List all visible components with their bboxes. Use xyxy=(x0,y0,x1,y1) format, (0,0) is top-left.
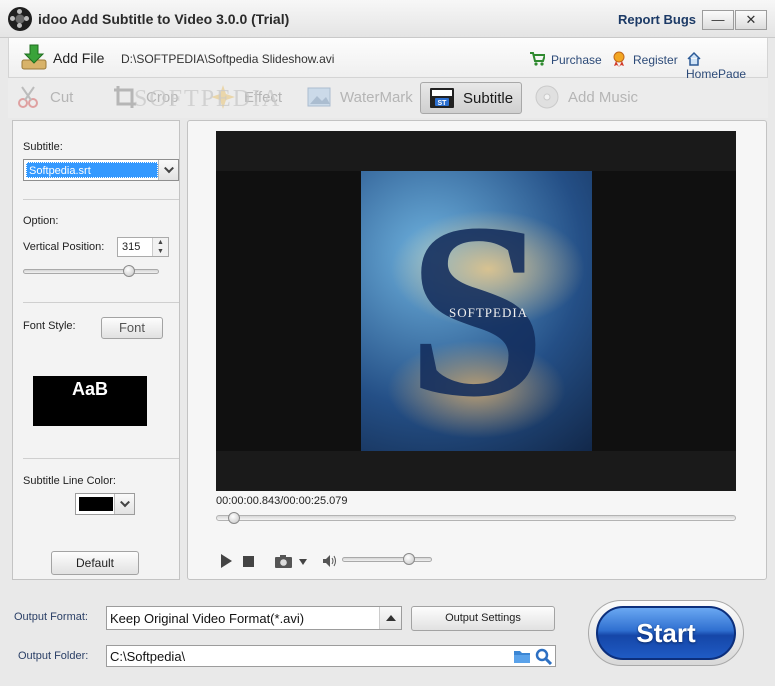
output-format-select[interactable]: Keep Original Video Format(*.avi) xyxy=(106,606,402,630)
start-button[interactable]: Start xyxy=(596,606,736,660)
music-disc-icon xyxy=(535,85,559,109)
purchase-label: Purchase xyxy=(551,53,602,67)
video-preview: S SOFTPEDIA xyxy=(216,131,736,491)
volume-icon[interactable] xyxy=(322,553,338,569)
file-path: D:\SOFTPEDIA\Softpedia Slideshow.avi xyxy=(121,52,335,66)
file-toolbar: Add File D:\SOFTPEDIA\Softpedia Slidesho… xyxy=(8,38,768,81)
output-format-label: Output Format: xyxy=(14,611,88,623)
volume-slider[interactable] xyxy=(342,557,432,562)
vertical-position-slider-thumb[interactable] xyxy=(123,265,136,277)
output-folder-label: Output Folder: xyxy=(18,650,89,662)
seek-thumb[interactable] xyxy=(227,512,240,524)
tab-bar: Cut Crop Effect WaterMark ST Subtitle Add… xyxy=(8,78,768,118)
folder-icon[interactable] xyxy=(513,649,531,664)
vertical-position-value: 315 xyxy=(122,241,141,253)
chevron-down-icon[interactable] xyxy=(158,160,178,180)
chevron-up-icon[interactable] xyxy=(379,607,401,629)
preview-panel: S SOFTPEDIA 00:00:00.843/00:00:25.079 xyxy=(187,120,767,580)
line-color-picker[interactable] xyxy=(75,493,135,515)
stop-icon[interactable] xyxy=(242,553,256,569)
tab-cut[interactable]: Cut xyxy=(16,82,73,114)
subtitle-icon: ST xyxy=(430,88,454,108)
camera-icon[interactable] xyxy=(274,553,294,569)
add-file-icon[interactable] xyxy=(19,42,49,72)
font-style-label: Font Style: xyxy=(23,320,76,332)
font-preview: AaB xyxy=(33,376,147,426)
title-bar: idoo Add Subtitle to Video 3.0.0 (Trial)… xyxy=(0,0,775,38)
vertical-position-slider[interactable] xyxy=(23,269,159,274)
purchase-link[interactable]: Purchase xyxy=(529,51,602,67)
video-frame-image: S SOFTPEDIA xyxy=(361,171,592,451)
subtitle-label: Subtitle: xyxy=(23,141,63,153)
award-icon xyxy=(613,51,625,67)
home-icon xyxy=(687,51,701,66)
snapshot-dropdown-icon[interactable] xyxy=(298,553,308,569)
cart-icon xyxy=(530,52,545,66)
report-bugs-link[interactable]: Report Bugs xyxy=(618,12,696,27)
output-folder-field[interactable]: C:\Softpedia\ xyxy=(106,645,556,667)
color-swatch xyxy=(79,497,113,511)
divider xyxy=(23,458,179,459)
output-settings-button[interactable]: Output Settings xyxy=(411,606,555,631)
scissors-icon xyxy=(18,86,38,108)
seek-bar[interactable] xyxy=(216,515,736,521)
divider xyxy=(23,302,179,303)
watermark-icon xyxy=(307,87,331,107)
subtitle-dropdown[interactable]: Softpedia.srt xyxy=(23,159,179,181)
app-logo-icon xyxy=(8,7,32,31)
video-caption: SOFTPEDIA xyxy=(449,305,529,320)
search-icon[interactable] xyxy=(535,648,553,665)
subtitle-selected-value: Softpedia.srt xyxy=(26,162,158,178)
minimize-button[interactable]: — xyxy=(702,10,734,30)
tab-add-music[interactable]: Add Music xyxy=(534,82,638,114)
font-button[interactable]: Font xyxy=(101,317,163,339)
current-time: 00:00:00.843 xyxy=(216,495,281,507)
output-folder-value: C:\Softpedia\ xyxy=(110,649,186,664)
option-label: Option: xyxy=(23,215,59,227)
time-display: 00:00:00.843/00:00:25.079 xyxy=(216,495,348,507)
total-time: 00:00:25.079 xyxy=(283,495,348,507)
add-file-button[interactable]: Add File xyxy=(53,50,104,66)
play-icon[interactable] xyxy=(218,553,234,569)
tab-watermark[interactable]: WaterMark xyxy=(306,82,413,114)
register-label: Register xyxy=(633,53,678,67)
tab-cut-label: Cut xyxy=(50,89,74,106)
tab-subtitle[interactable]: ST Subtitle xyxy=(420,82,522,114)
window-title: idoo Add Subtitle to Video 3.0.0 (Trial) xyxy=(38,11,290,27)
default-button[interactable]: Default xyxy=(51,551,139,575)
homepage-link[interactable]: HomePage xyxy=(686,51,767,81)
svg-text:ST: ST xyxy=(438,100,448,107)
spin-arrows-icon[interactable]: ▲ ▼ xyxy=(152,238,168,256)
softpedia-watermark: SOFTPEDIA xyxy=(134,86,282,112)
subtitle-settings-panel: Subtitle: Softpedia.srt Option: Vertical… xyxy=(12,120,180,580)
register-link[interactable]: Register xyxy=(611,51,678,67)
chevron-down-icon[interactable] xyxy=(114,494,134,514)
output-format-value: Keep Original Video Format(*.avi) xyxy=(110,611,305,626)
volume-slider-thumb[interactable] xyxy=(402,553,415,565)
line-color-label: Subtitle Line Color: xyxy=(23,475,116,487)
tab-subtitle-label: Subtitle xyxy=(463,90,514,107)
tab-add-music-label: Add Music xyxy=(568,89,639,106)
vertical-position-label: Vertical Position: xyxy=(23,241,105,253)
tab-watermark-label: WaterMark xyxy=(340,89,413,106)
close-button[interactable]: ✕ xyxy=(735,10,767,30)
divider xyxy=(23,199,179,200)
vertical-position-stepper[interactable]: 315 ▲ ▼ xyxy=(117,237,169,257)
